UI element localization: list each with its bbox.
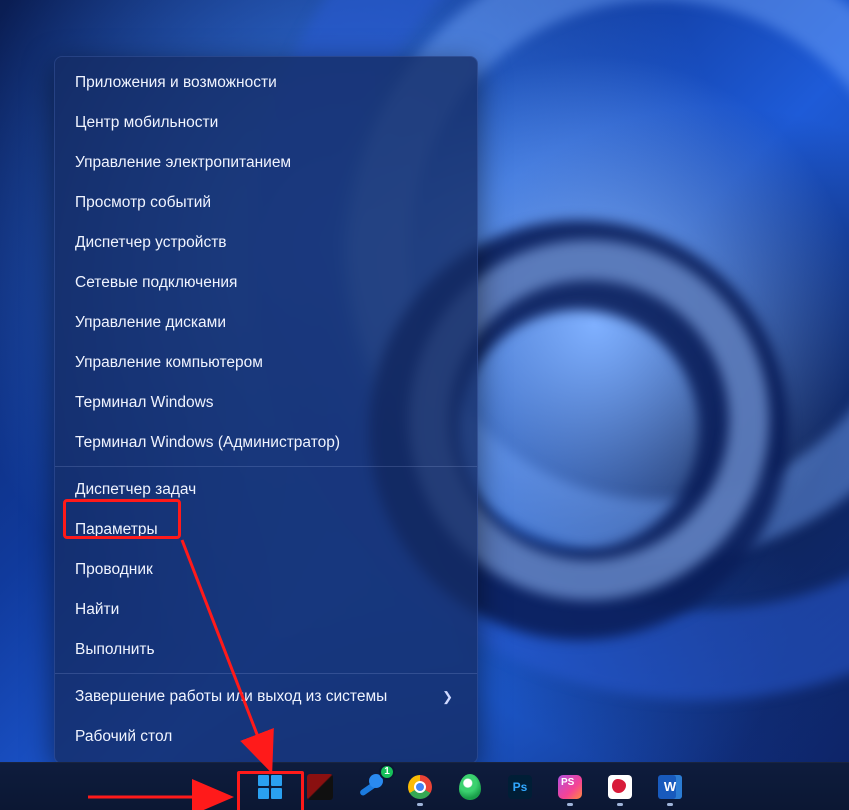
menu-windows-terminal-admin[interactable]: Терминал Windows (Администратор) [55,423,477,463]
menu-item-label: Рабочий стол [75,726,172,748]
menu-file-explorer[interactable]: Проводник [55,550,477,590]
word-icon: W [658,775,682,799]
taskbar-app-photoshop[interactable]: Ps [498,767,542,807]
menu-power-options[interactable]: Управление электропитанием [55,143,477,183]
running-indicator [567,803,573,806]
start-button[interactable] [248,767,292,807]
photoshop-icon: Ps [508,775,532,799]
notification-badge: 1 [379,764,395,780]
taskbar-app-paint[interactable] [598,767,642,807]
paint-icon [608,775,632,799]
menu-disk-management[interactable]: Управление дисками [55,303,477,343]
taskbar-app-security-key[interactable]: 1 [348,767,392,807]
menu-item-label: Просмотр событий [75,192,211,214]
menu-item-label: Терминал Windows [75,392,214,414]
phpstorm-icon: PS [558,775,582,799]
chevron-right-icon: ❯ [442,686,453,708]
menu-task-manager[interactable]: Диспетчер задач [55,470,477,510]
menu-run[interactable]: Выполнить [55,630,477,670]
running-indicator [667,803,673,806]
menu-separator [55,466,477,467]
menu-device-manager[interactable]: Диспетчер устройств [55,223,477,263]
menu-separator [55,673,477,674]
winx-context-menu: Приложения и возможности Центр мобильнос… [54,56,478,764]
taskbar: 1 Ps PS W [0,762,849,810]
app-icon [307,774,333,800]
taskbar-app-word[interactable]: W [648,767,692,807]
menu-item-label: Диспетчер задач [75,479,196,501]
menu-event-viewer[interactable]: Просмотр событий [55,183,477,223]
chrome-icon [408,775,432,799]
menu-network-connections[interactable]: Сетевые подключения [55,263,477,303]
menu-settings[interactable]: Параметры [55,510,477,550]
menu-item-label: Параметры [75,519,158,541]
taskbar-app-egg[interactable] [448,767,492,807]
menu-item-label: Выполнить [75,639,155,661]
menu-item-label: Центр мобильности [75,112,218,134]
running-indicator [617,803,623,806]
menu-item-label: Управление дисками [75,312,226,334]
running-indicator [417,803,423,806]
egg-icon [459,774,481,800]
menu-item-label: Управление электропитанием [75,152,291,174]
menu-search[interactable]: Найти [55,590,477,630]
menu-item-label: Сетевые подключения [75,272,237,294]
menu-item-label: Проводник [75,559,153,581]
windows-logo-icon [258,775,282,799]
menu-item-label: Найти [75,599,119,621]
menu-item-label: Управление компьютером [75,352,263,374]
menu-item-label: Диспетчер устройств [75,232,227,254]
menu-mobility-center[interactable]: Центр мобильности [55,103,477,143]
menu-windows-terminal[interactable]: Терминал Windows [55,383,477,423]
menu-item-label: Терминал Windows (Администратор) [75,432,340,454]
menu-item-label: Приложения и возможности [75,72,277,94]
taskbar-app-unknown[interactable] [298,767,342,807]
menu-desktop[interactable]: Рабочий стол [55,717,477,757]
taskbar-app-chrome[interactable] [398,767,442,807]
menu-apps-features[interactable]: Приложения и возможности [55,63,477,103]
taskbar-app-phpstorm[interactable]: PS [548,767,592,807]
menu-shutdown-signout[interactable]: Завершение работы или выход из системы ❯ [55,677,477,717]
menu-item-label: Завершение работы или выход из системы [75,686,387,708]
menu-computer-management[interactable]: Управление компьютером [55,343,477,383]
